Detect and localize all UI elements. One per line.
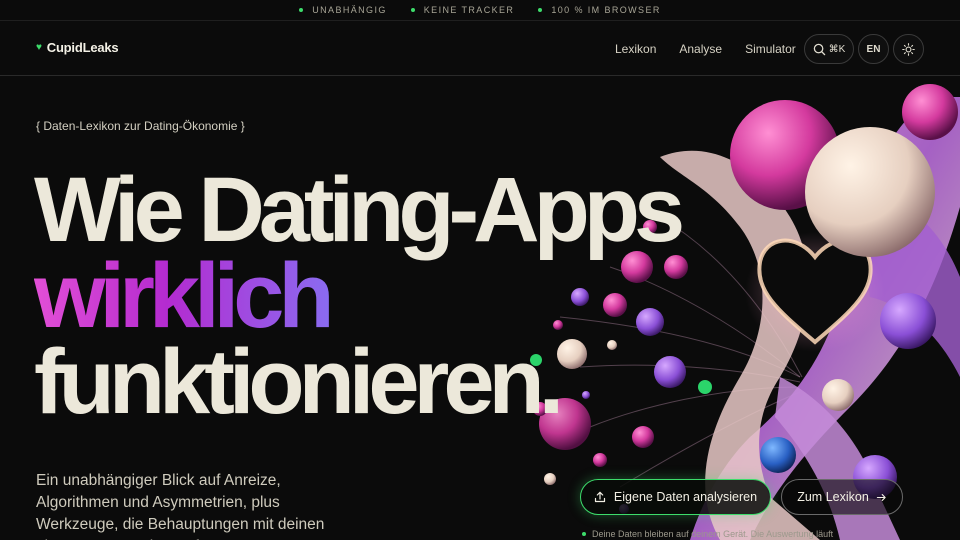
status-dot-icon: [582, 532, 586, 536]
announcement-item: UNABHÄNGIG: [299, 5, 387, 15]
analyze-data-button[interactable]: Eigene Daten analysieren: [580, 479, 771, 515]
to-lexicon-button[interactable]: Zum Lexikon: [781, 479, 903, 515]
analyze-data-label: Eigene Daten analysieren: [613, 490, 758, 504]
nav-actions: ⌘K EN: [804, 34, 924, 64]
privacy-note-text: Deine Daten bleiben auf deinem Gerät. Di…: [592, 529, 834, 539]
brand-name: CupidLeaks: [46, 40, 119, 55]
main-nav: ♥ CupidLeaks Lexikon Analyse Simulator ⌘…: [0, 22, 960, 76]
arrow-right-icon: [876, 493, 886, 501]
status-dot-icon: [538, 8, 543, 12]
upload-icon: [594, 491, 606, 503]
language-switch-button[interactable]: EN: [858, 34, 889, 64]
privacy-note: Deine Daten bleiben auf deinem Gerät. Di…: [582, 529, 833, 539]
nav-link-simulator[interactable]: Simulator: [745, 42, 796, 56]
nav-link-lexikon[interactable]: Lexikon: [615, 42, 656, 56]
announcement-item: KEINE TRACKER: [410, 5, 515, 15]
nav-link-analyse[interactable]: Analyse: [679, 42, 722, 56]
search-icon: [813, 43, 825, 55]
announcement-text: UNABHÄNGIG: [312, 5, 387, 15]
announcement-bar: UNABHÄNGIG KEINE TRACKER 100 % IM BROWSE…: [0, 0, 960, 21]
to-lexicon-label: Zum Lexikon: [797, 490, 869, 504]
heart-icon: ♥: [36, 42, 42, 53]
announcement-text: KEINE TRACKER: [423, 5, 515, 15]
search-button[interactable]: ⌘K: [804, 34, 854, 64]
announcement-item: 100 % IM BROWSER: [538, 5, 660, 15]
status-dot-icon: [410, 8, 415, 12]
theme-toggle-button[interactable]: [893, 34, 924, 64]
hero-headline-line-2: wirklich: [34, 245, 335, 347]
hero-headline-line-3: funktionieren.: [34, 331, 564, 433]
announcement-text: 100 % IM BROWSER: [551, 5, 661, 15]
search-shortcut: ⌘K: [828, 43, 846, 55]
hero-headline-line-1: Wie Dating-Apps: [34, 159, 685, 261]
status-dot-icon: [299, 8, 304, 12]
hero-eyebrow: { Daten-Lexikon zur Dating-Ökonomie }: [36, 119, 245, 133]
brand-logo[interactable]: ♥ CupidLeaks: [36, 40, 119, 55]
nav-links: Lexikon Analyse Simulator: [615, 42, 796, 56]
sun-icon: [902, 42, 915, 56]
hero-lead-text: Ein unabhängiger Blick auf Anreize, Algo…: [36, 472, 325, 540]
hero-heart-artwork: [530, 84, 960, 540]
